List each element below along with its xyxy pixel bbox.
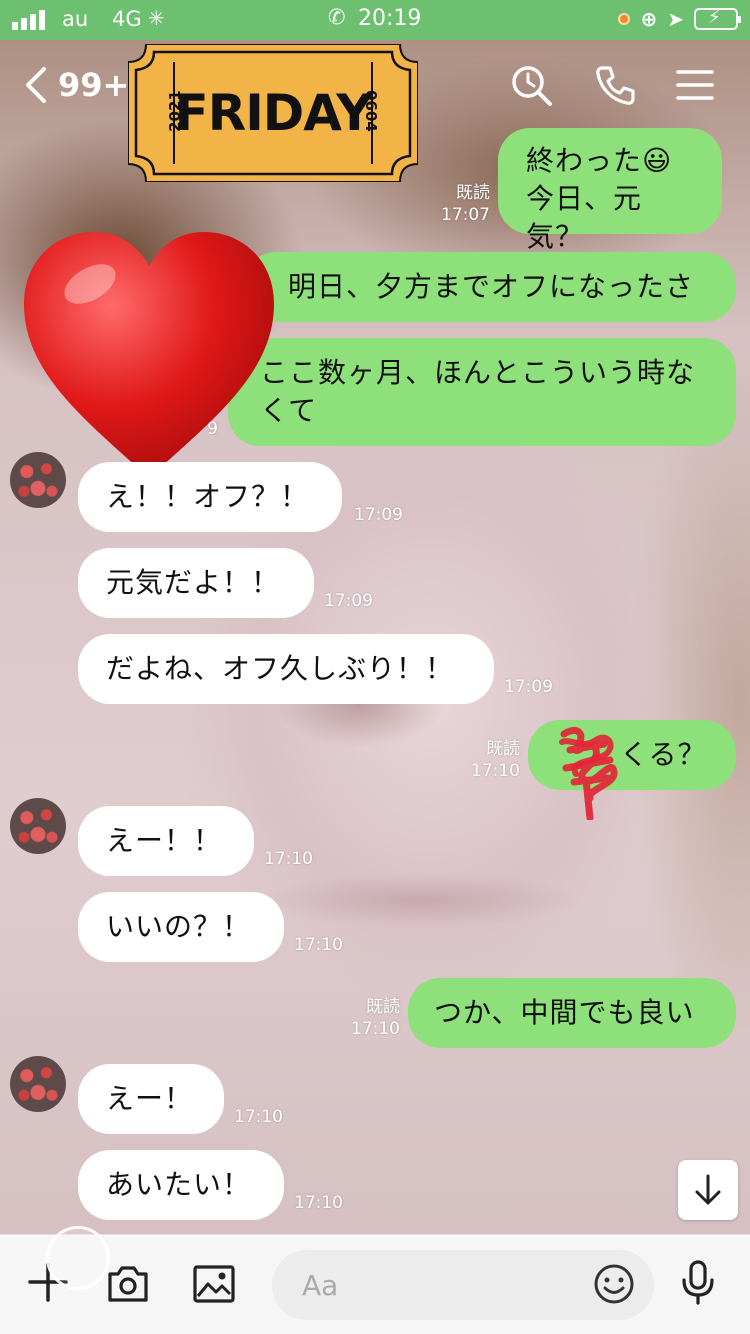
message-text: 今日、元気？ bbox=[526, 182, 643, 253]
arrow-down-icon bbox=[695, 1174, 721, 1205]
loading-icon: ✳ bbox=[148, 6, 165, 30]
message-text: え！！オフ？！ bbox=[106, 480, 310, 513]
search-button[interactable] bbox=[508, 62, 554, 108]
battery-icon: ⚡ bbox=[694, 7, 741, 30]
message-time: 17:10 bbox=[294, 1193, 343, 1213]
message-meta: 既読 17:10 bbox=[466, 738, 520, 782]
message-time: 17:10 bbox=[264, 849, 313, 869]
message-text: あいたい！ bbox=[106, 1168, 252, 1201]
scroll-to-bottom-button[interactable] bbox=[678, 1160, 738, 1220]
message-text: くて bbox=[260, 394, 318, 427]
call-indicator-icon: ✆ bbox=[328, 5, 346, 29]
menu-icon bbox=[676, 70, 714, 100]
message-text: ここ数ヶ月、ほんとこういう時な bbox=[260, 356, 696, 389]
message-bubble-outgoing[interactable]: ここ数ヶ月、ほんとこういう時な くて bbox=[228, 338, 736, 446]
image-button[interactable] bbox=[190, 1260, 238, 1308]
status-time: 20:19 bbox=[358, 6, 422, 31]
message-text-field bbox=[272, 1250, 654, 1320]
ticket-date: 0604 bbox=[362, 90, 380, 132]
back-button[interactable]: 99+ bbox=[22, 60, 132, 110]
heart-sticker bbox=[24, 232, 274, 478]
message-time: 17:10 bbox=[351, 1019, 400, 1039]
search-icon bbox=[512, 66, 552, 106]
camera-button[interactable] bbox=[104, 1260, 152, 1308]
message-text: つか、中間でも良い bbox=[434, 996, 695, 1029]
network-label: 4G bbox=[112, 7, 142, 31]
orange-dot-icon bbox=[618, 13, 631, 25]
message-bubble-outgoing[interactable]: 明日、夕方までオフになったさ bbox=[244, 252, 736, 322]
message-bubble-incoming[interactable]: いいの？！ bbox=[78, 892, 284, 962]
carrier-label: au bbox=[62, 7, 89, 31]
voice-button[interactable] bbox=[674, 1258, 722, 1306]
rotation-lock-icon: ⊕ bbox=[640, 7, 658, 31]
message-meta: 既読 17:10 bbox=[346, 996, 400, 1040]
unread-count: 99+ bbox=[58, 66, 130, 104]
message-bubble-outgoing[interactable]: つか、中間でも良い bbox=[408, 978, 736, 1048]
message-time: 17:09 bbox=[504, 677, 553, 697]
message-bubble-incoming[interactable]: だよね、オフ久しぶり！！ bbox=[78, 634, 494, 704]
signal-strength-icon bbox=[12, 10, 45, 30]
menu-button[interactable] bbox=[672, 62, 718, 108]
message-time: 17:10 bbox=[234, 1107, 283, 1127]
message-text: 終わった😃 bbox=[526, 144, 673, 177]
camera-icon bbox=[108, 1266, 148, 1302]
message-bubble-incoming[interactable]: え！！オフ？！ bbox=[78, 462, 342, 532]
message-bubble-incoming[interactable]: えー！ bbox=[78, 1064, 224, 1134]
message-text: 元気だよ！！ bbox=[106, 566, 281, 599]
message-bubble-incoming[interactable]: あいたい！ bbox=[78, 1150, 284, 1220]
chevron-left-icon bbox=[26, 67, 46, 103]
friday-ticket-sticker: 2021 FRIDAY 0604 bbox=[128, 44, 418, 182]
status-bar: au 4G ✳ ✆ 20:19 ⊕ ➤ ⚡ bbox=[0, 0, 750, 40]
image-icon bbox=[193, 1265, 235, 1303]
assistive-touch-button[interactable] bbox=[46, 1226, 110, 1290]
microphone-icon bbox=[682, 1260, 714, 1305]
message-text: だよね、オフ久しぶり！！ bbox=[106, 652, 455, 685]
message-text: えー！ bbox=[106, 1082, 194, 1115]
read-receipt: 既読 bbox=[366, 997, 400, 1017]
message-text: いいの？！ bbox=[106, 910, 252, 943]
message-time: 17:10 bbox=[471, 761, 520, 781]
location-icon: ➤ bbox=[667, 7, 684, 31]
emoji-button[interactable] bbox=[590, 1260, 638, 1308]
read-receipt: 既読 bbox=[486, 739, 520, 759]
call-button[interactable] bbox=[592, 62, 638, 108]
message-time: 17:09 bbox=[354, 505, 403, 525]
message-time: 17:09 bbox=[324, 591, 373, 611]
censor-scribble bbox=[559, 727, 618, 820]
read-receipt: 既読 bbox=[456, 183, 490, 203]
message-text: 明日、夕方までオフになったさ bbox=[288, 270, 695, 303]
contact-avatar[interactable] bbox=[10, 452, 66, 508]
message-text: えー！！ bbox=[106, 824, 223, 857]
message-text: くる？ bbox=[620, 738, 707, 771]
message-bubble-outgoing[interactable]: 終わった😃 今日、元気？ bbox=[498, 128, 722, 253]
message-bubble-incoming[interactable]: えー！！ bbox=[78, 806, 254, 876]
phone-icon bbox=[596, 66, 635, 105]
message-time: 17:07 bbox=[441, 205, 490, 225]
message-bubble-incoming[interactable]: 元気だよ！！ bbox=[78, 548, 314, 618]
ticket-title: FRIDAY bbox=[174, 84, 373, 142]
emoji-icon bbox=[594, 1264, 634, 1304]
message-time: 17:10 bbox=[294, 935, 343, 955]
message-meta: 既読 17:07 bbox=[430, 182, 490, 226]
contact-avatar[interactable] bbox=[10, 1056, 66, 1112]
message-input[interactable] bbox=[302, 1262, 582, 1308]
contact-avatar[interactable] bbox=[10, 798, 66, 854]
